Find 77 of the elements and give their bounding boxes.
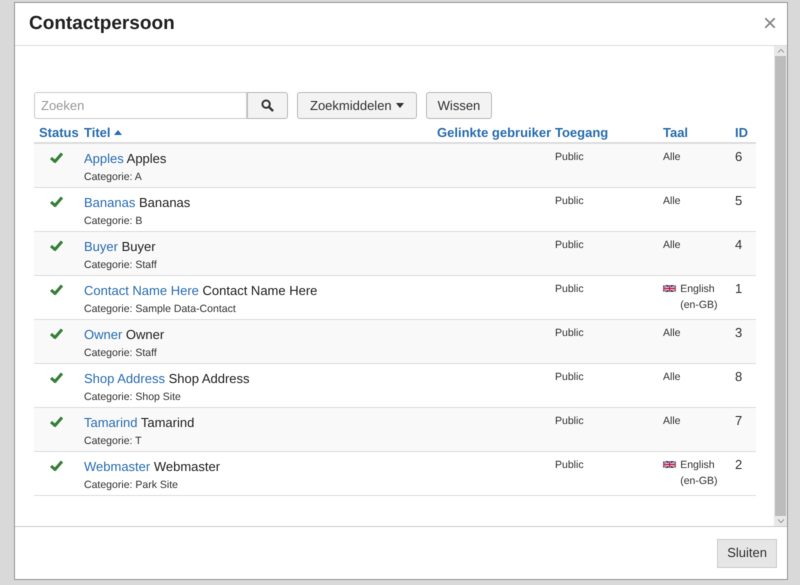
id-text: 4 <box>735 237 744 253</box>
contact-link[interactable]: Bananas <box>84 195 136 210</box>
check-icon[interactable] <box>50 372 63 383</box>
contact-name: Buyer <box>122 239 156 254</box>
contact-name: Contact Name Here <box>202 283 318 298</box>
dialog-title: Contactpersoon <box>29 12 175 36</box>
access-text: Public <box>555 238 585 253</box>
check-icon[interactable] <box>50 152 63 163</box>
contact-link[interactable]: Apples <box>84 151 124 166</box>
id-text: 7 <box>735 413 744 429</box>
scrollbar-thumb[interactable] <box>775 56 786 516</box>
category-text: Categorie: Staff <box>84 346 158 361</box>
column-header[interactable]: Titel <box>84 122 122 142</box>
id-text: 1 <box>735 281 744 297</box>
access-text: Public <box>555 414 585 429</box>
clear-button[interactable]: Wissen <box>426 92 492 119</box>
language-text: Alle <box>663 150 682 165</box>
uk-flag-icon <box>663 283 676 294</box>
contact-name: Owner <box>126 327 164 342</box>
id-text: 6 <box>735 149 744 165</box>
contact-name: Bananas <box>138 195 190 210</box>
category-text: Categorie: A <box>84 170 143 185</box>
contact-name: Tamarind <box>140 415 194 430</box>
sort-caret-icon <box>114 130 122 135</box>
access-text: Public <box>555 282 585 297</box>
language-text: Alle <box>663 414 682 429</box>
check-icon[interactable] <box>50 196 63 207</box>
access-text: Public <box>555 458 585 473</box>
access-text: Public <box>555 194 585 209</box>
check-icon[interactable] <box>50 240 63 251</box>
contact-link[interactable]: Shop Address <box>84 371 165 386</box>
language-text: English (en-GB) <box>680 282 719 313</box>
language-text: Alle <box>663 238 682 253</box>
access-text: Public <box>555 326 585 341</box>
contact-name: Webmaster <box>154 459 220 474</box>
column-header[interactable]: Gelinkte gebruiker <box>437 122 552 142</box>
check-icon[interactable] <box>50 416 63 427</box>
contact-name: Shop Address <box>168 371 250 386</box>
contact-link[interactable]: Owner <box>84 327 122 342</box>
contact-name: Apples <box>126 151 166 166</box>
scrollbar[interactable] <box>774 46 787 526</box>
category-text: Categorie: B <box>84 214 144 229</box>
close-dialog-button[interactable]: Sluiten <box>717 538 777 568</box>
close-button[interactable]: × <box>762 12 777 36</box>
id-text: 8 <box>735 369 744 385</box>
check-icon[interactable] <box>50 284 63 295</box>
id-text: 5 <box>735 193 744 209</box>
category-text: Categorie: Sample Data-Contact <box>84 302 237 317</box>
category-text: Categorie: T <box>84 434 143 449</box>
column-header[interactable]: Toegang <box>555 122 608 142</box>
category-text: Categorie: Shop Site <box>84 390 182 405</box>
caret-icon <box>396 103 404 108</box>
search-icon <box>261 99 274 112</box>
contact-link[interactable]: Webmaster <box>84 459 150 474</box>
contact-link[interactable]: Tamarind <box>84 415 138 430</box>
scroll-down-icon[interactable] <box>776 516 784 526</box>
check-icon[interactable] <box>50 460 63 471</box>
language-text: Alle <box>663 194 682 209</box>
contact-link[interactable]: Contact Name Here <box>84 283 199 298</box>
language-text: Alle <box>663 326 682 341</box>
id-text: 3 <box>735 325 744 341</box>
search-button[interactable] <box>247 92 288 119</box>
check-icon[interactable] <box>50 328 63 339</box>
category-text: Categorie: Staff <box>84 258 158 273</box>
column-header[interactable]: ID <box>735 122 748 142</box>
search-field[interactable]: Zoeken <box>34 92 247 119</box>
id-text: 2 <box>735 457 744 473</box>
uk-flag-icon <box>663 459 676 470</box>
search-tools-button[interactable]: Zoekmiddelen <box>297 92 417 119</box>
access-text: Public <box>555 150 585 165</box>
contact-link[interactable]: Buyer <box>84 239 118 254</box>
column-header[interactable]: Status <box>39 122 79 142</box>
column-header[interactable]: Taal <box>663 122 688 142</box>
category-text: Categorie: Park Site <box>84 478 179 493</box>
language-text: Alle <box>663 370 682 385</box>
access-text: Public <box>555 370 585 385</box>
language-text: English (en-GB) <box>680 458 719 489</box>
